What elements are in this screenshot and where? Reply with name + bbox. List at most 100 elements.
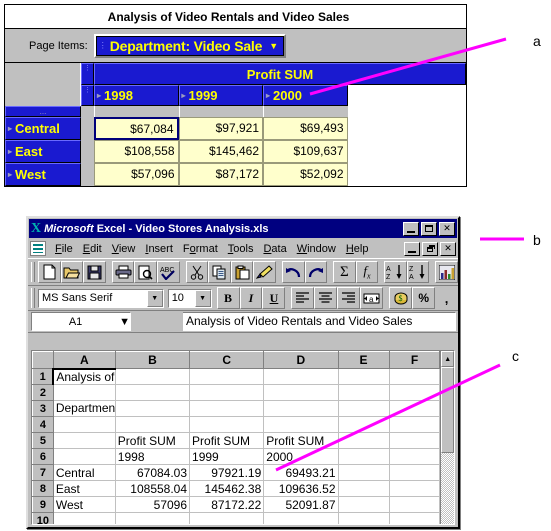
row-header-10[interactable]: 10 bbox=[32, 512, 54, 524]
font-size-combo[interactable]: 10 ▼ bbox=[167, 288, 212, 308]
cell-D8[interactable]: 109636.52 bbox=[263, 480, 339, 497]
chevron-down-icon[interactable]: ▼ bbox=[119, 316, 130, 328]
cell-B10[interactable] bbox=[115, 512, 191, 524]
print-preview-icon[interactable] bbox=[134, 261, 157, 283]
copy-icon[interactable] bbox=[208, 261, 231, 283]
pivot-cell-east-1999[interactable]: $145,462 bbox=[178, 140, 263, 163]
pivot-cell-west-1998[interactable]: $57,096 bbox=[94, 163, 179, 186]
cell-C1[interactable] bbox=[189, 368, 265, 385]
new-icon[interactable] bbox=[37, 261, 61, 283]
cell-A4[interactable] bbox=[53, 416, 116, 433]
name-box[interactable]: A1 ▼ bbox=[31, 312, 131, 331]
cell-A2[interactable] bbox=[53, 384, 116, 401]
row-header-6[interactable]: 6 bbox=[32, 448, 54, 465]
pivot-cell-west-1999[interactable]: $87,172 bbox=[178, 163, 263, 186]
pivot-row-header-central[interactable]: ▸ Central bbox=[5, 117, 81, 140]
cell-A8[interactable]: East bbox=[53, 480, 116, 497]
column-header-a[interactable]: A bbox=[52, 351, 116, 369]
chevron-down-icon[interactable]: ▼ bbox=[269, 41, 278, 51]
cell-C8[interactable]: 145462.38 bbox=[189, 480, 265, 497]
merge-center-icon[interactable]: a bbox=[360, 287, 384, 309]
pivot-col-header-2000[interactable]: ▸ 2000 bbox=[263, 85, 348, 106]
expand-triangle-icon[interactable]: ▸ bbox=[8, 141, 12, 162]
cell-E10[interactable] bbox=[338, 512, 390, 524]
cut-icon[interactable] bbox=[185, 261, 209, 283]
align-right-icon[interactable] bbox=[337, 287, 361, 309]
font-name-combo[interactable]: MS Sans Serif ▼ bbox=[38, 288, 164, 308]
pivot-cell-east-1998[interactable]: $108,558 bbox=[94, 140, 179, 163]
cell-B8[interactable]: 108558.04 bbox=[115, 480, 191, 497]
cell-E7[interactable] bbox=[338, 464, 390, 481]
doc-restore-button[interactable] bbox=[422, 241, 438, 256]
row-header-1[interactable]: 1 bbox=[32, 368, 54, 385]
page-field-dropdown[interactable]: ⋮ Department: Video Sale ▼ bbox=[93, 33, 287, 58]
minimize-button[interactable] bbox=[403, 221, 419, 236]
cell-D7[interactable]: 69493.21 bbox=[263, 464, 339, 481]
scroll-up-button[interactable]: ▲ bbox=[441, 351, 454, 367]
excel-titlebar[interactable]: X Microsoft Excel - Video Stores Analysi… bbox=[29, 219, 457, 238]
cell-B3[interactable] bbox=[115, 400, 191, 417]
cell-F4[interactable] bbox=[389, 416, 441, 433]
cell-E8[interactable] bbox=[338, 480, 390, 497]
cell-C6[interactable]: 1999 bbox=[189, 448, 265, 465]
menu-help[interactable]: Help bbox=[341, 242, 374, 256]
save-icon[interactable] bbox=[83, 261, 106, 283]
cell-A6[interactable] bbox=[53, 448, 116, 465]
pivot-cell-central-1998[interactable]: $67,084 bbox=[94, 117, 179, 140]
italic-button[interactable]: I bbox=[239, 287, 263, 309]
menu-format[interactable]: Format bbox=[178, 242, 223, 256]
cell-A1[interactable]: Analysis of Video Rentals and Video Sale… bbox=[52, 367, 116, 385]
pivot-cell-west-2000[interactable]: $52,092 bbox=[263, 163, 348, 186]
workbook-icon[interactable] bbox=[30, 241, 46, 256]
cell-F5[interactable] bbox=[389, 432, 441, 449]
pivot-col-header-1999[interactable]: ▸ 1999 bbox=[178, 85, 263, 106]
toolbar-grip[interactable] bbox=[31, 288, 35, 308]
cell-C9[interactable]: 87172.22 bbox=[189, 496, 265, 513]
expand-triangle-icon[interactable]: ▸ bbox=[97, 86, 101, 105]
format-painter-icon[interactable] bbox=[253, 261, 276, 283]
cell-D6[interactable]: 2000 bbox=[263, 448, 339, 465]
pivot-col-header-1998[interactable]: ▸ 1998 bbox=[94, 85, 179, 106]
column-header-c[interactable]: C bbox=[189, 351, 265, 369]
chevron-down-icon[interactable]: ▼ bbox=[146, 289, 163, 307]
pivot-year-axis-grip[interactable]: ⋮ bbox=[81, 85, 94, 106]
autosum-icon[interactable]: Σ bbox=[333, 261, 356, 283]
cell-C2[interactable] bbox=[189, 384, 265, 401]
formula-input[interactable]: Analysis of Video Rentals and Video Sale… bbox=[183, 312, 456, 331]
menu-file[interactable]: File bbox=[50, 242, 78, 256]
cell-F2[interactable] bbox=[389, 384, 441, 401]
cell-D10[interactable] bbox=[263, 512, 339, 524]
underline-button[interactable]: U bbox=[262, 287, 286, 309]
scrollbar-thumb[interactable] bbox=[441, 367, 454, 453]
cell-E2[interactable] bbox=[338, 384, 390, 401]
undo-icon[interactable] bbox=[281, 261, 305, 283]
cell-C7[interactable]: 97921.19 bbox=[189, 464, 265, 481]
doc-minimize-button[interactable] bbox=[404, 241, 420, 256]
paste-function-icon[interactable]: fx bbox=[355, 261, 379, 283]
cell-D2[interactable] bbox=[263, 384, 339, 401]
doc-close-button[interactable]: ✕ bbox=[440, 241, 456, 256]
expand-triangle-icon[interactable]: ▸ bbox=[8, 164, 12, 185]
menu-window[interactable]: Window bbox=[292, 242, 341, 256]
expand-triangle-icon[interactable]: ▸ bbox=[8, 118, 12, 139]
menu-insert[interactable]: Insert bbox=[140, 242, 178, 256]
cell-C10[interactable] bbox=[189, 512, 265, 524]
maximize-button[interactable] bbox=[421, 221, 437, 236]
cell-B7[interactable]: 67084.03 bbox=[115, 464, 191, 481]
select-all-corner[interactable] bbox=[32, 351, 54, 369]
menu-edit[interactable]: Edit bbox=[78, 242, 107, 256]
row-header-9[interactable]: 9 bbox=[32, 496, 54, 513]
row-header-4[interactable]: 4 bbox=[32, 416, 54, 433]
cell-D5[interactable]: Profit SUM bbox=[263, 432, 339, 449]
percent-button[interactable]: % bbox=[412, 287, 436, 309]
cell-F1[interactable] bbox=[389, 368, 441, 385]
cell-F8[interactable] bbox=[389, 480, 441, 497]
cell-A7[interactable]: Central bbox=[53, 464, 116, 481]
row-header-2[interactable]: 2 bbox=[32, 384, 54, 401]
cell-B4[interactable] bbox=[115, 416, 191, 433]
cell-A5[interactable] bbox=[53, 432, 116, 449]
cell-C5[interactable]: Profit SUM bbox=[189, 432, 265, 449]
expand-triangle-icon[interactable]: ▸ bbox=[266, 86, 270, 105]
cell-D9[interactable]: 52091.87 bbox=[263, 496, 339, 513]
menu-data[interactable]: Data bbox=[258, 242, 291, 256]
